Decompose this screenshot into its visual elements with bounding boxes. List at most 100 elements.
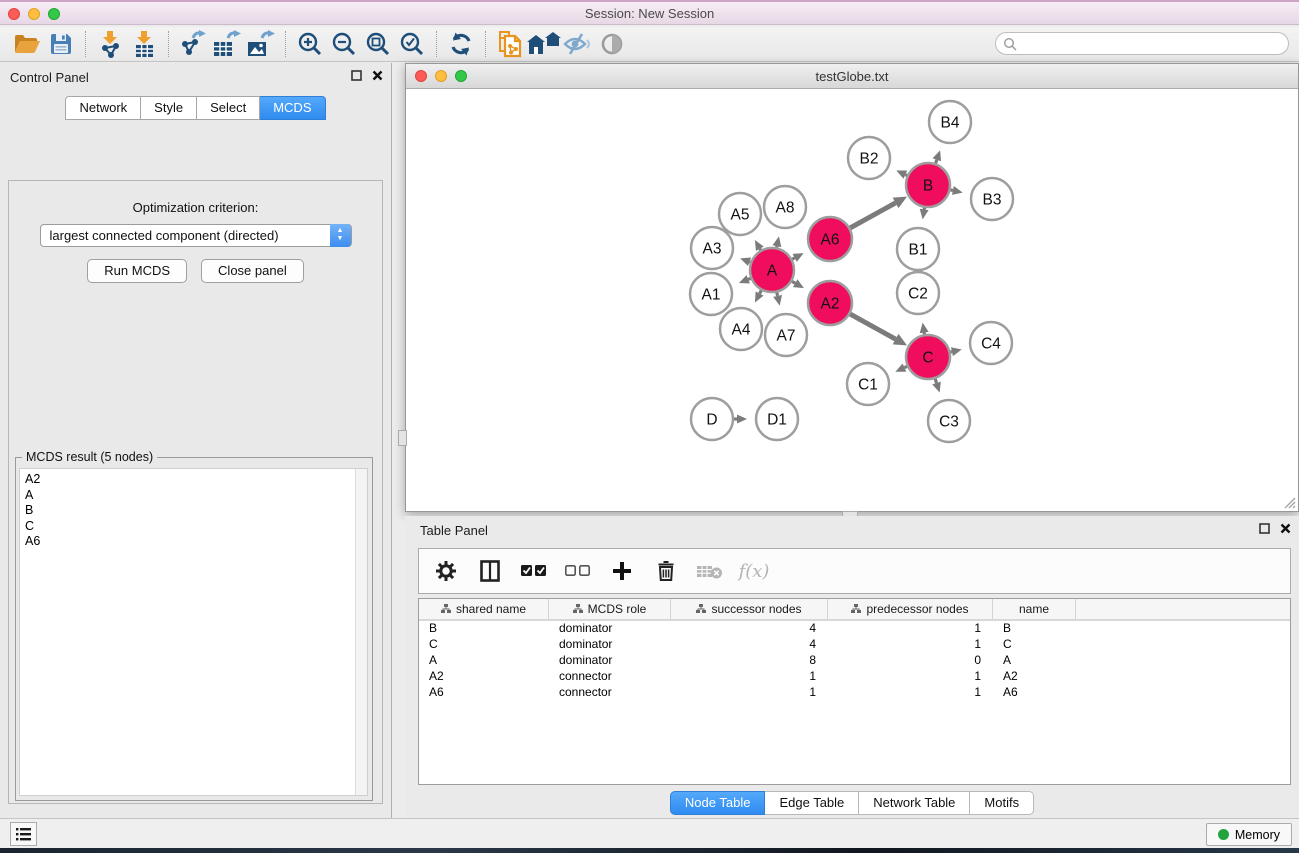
result-item[interactable]: A6 — [25, 534, 367, 550]
node-B[interactable]: B — [906, 163, 950, 207]
edge-C-C4[interactable] — [949, 347, 961, 356]
edge-A-A4[interactable] — [755, 289, 764, 302]
save-session-icon[interactable] — [44, 29, 78, 59]
node-C[interactable]: C — [906, 335, 950, 379]
zoom-in-icon[interactable] — [293, 29, 327, 59]
node-A3[interactable]: A3 — [691, 227, 733, 269]
node-B4[interactable]: B4 — [929, 101, 971, 143]
cell[interactable]: A2 — [419, 669, 549, 685]
node-B3[interactable]: B3 — [971, 178, 1013, 220]
cell[interactable]: 1 — [828, 685, 993, 701]
result-item[interactable]: A2 — [25, 472, 367, 488]
result-scrollbar[interactable] — [355, 469, 367, 795]
table-row[interactable]: Cdominator41C — [419, 637, 1290, 653]
cell[interactable]: 8 — [671, 653, 828, 669]
edge-A2-C[interactable] — [849, 314, 907, 346]
mcds-result-list[interactable]: A2ABCA6 — [19, 468, 368, 796]
cell[interactable]: C — [419, 637, 549, 653]
float-panel-icon[interactable] — [351, 70, 362, 81]
cell[interactable]: 1 — [828, 621, 993, 637]
column-header-successor-nodes[interactable]: successor nodes — [671, 599, 828, 619]
result-item[interactable]: B — [25, 503, 367, 519]
node-A[interactable]: A — [750, 248, 794, 292]
node-A4[interactable]: A4 — [720, 308, 762, 350]
edge-B-B3[interactable] — [949, 186, 962, 195]
new-network-from-selection-icon[interactable] — [493, 29, 527, 59]
column-header-shared-name[interactable]: shared name — [419, 599, 549, 619]
zoom-out-icon[interactable] — [327, 29, 361, 59]
export-image-icon[interactable] — [244, 29, 278, 59]
node-D1[interactable]: D1 — [756, 398, 798, 440]
unselect-all-icon[interactable] — [563, 556, 593, 586]
optimization-criterion-select[interactable]: largest connected component (directed) ▲… — [40, 224, 352, 247]
node-A1[interactable]: A1 — [690, 273, 732, 315]
cell[interactable]: 4 — [671, 621, 828, 637]
cell[interactable]: 1 — [828, 669, 993, 685]
table-settings-icon[interactable] — [431, 556, 461, 586]
table-row[interactable]: Bdominator41B — [419, 621, 1290, 637]
close-panel-button[interactable]: Close panel — [201, 259, 304, 283]
node-A2[interactable]: A2 — [808, 281, 852, 325]
tab-style[interactable]: Style — [141, 96, 197, 120]
edge-B-B4[interactable] — [933, 150, 941, 164]
cell[interactable]: 1 — [671, 669, 828, 685]
edge-C-C2[interactable] — [920, 323, 929, 336]
node-D[interactable]: D — [691, 398, 733, 440]
cell[interactable]: 0 — [828, 653, 993, 669]
cell[interactable]: 4 — [671, 637, 828, 653]
node-C2[interactable]: C2 — [897, 272, 939, 314]
edge-A6-B[interactable] — [849, 197, 907, 229]
result-item[interactable]: A — [25, 488, 367, 504]
tab-motifs[interactable]: Motifs — [970, 791, 1034, 815]
eye-icon[interactable] — [595, 29, 629, 59]
home-icon[interactable] — [527, 29, 561, 59]
edge-C-C3[interactable] — [932, 378, 941, 393]
table-row[interactable]: A2connector11A2 — [419, 669, 1290, 685]
export-network-icon[interactable] — [176, 29, 210, 59]
search-field[interactable] — [995, 32, 1289, 55]
node-A5[interactable]: A5 — [719, 193, 761, 235]
node-C3[interactable]: C3 — [928, 400, 970, 442]
edge-A-A1[interactable] — [739, 275, 752, 283]
node-C4[interactable]: C4 — [970, 322, 1012, 364]
cell[interactable]: dominator — [549, 637, 671, 653]
open-session-icon[interactable] — [10, 29, 44, 59]
cell[interactable]: A2 — [993, 669, 1076, 685]
zoom-fit-icon[interactable] — [361, 29, 395, 59]
edge-A-A8[interactable] — [773, 236, 782, 248]
panel-grip-left[interactable] — [398, 430, 407, 446]
cell[interactable]: dominator — [549, 621, 671, 637]
tab-node-table[interactable]: Node Table — [670, 791, 766, 815]
cell[interactable]: C — [993, 637, 1076, 653]
run-mcds-button[interactable]: Run MCDS — [87, 259, 187, 283]
column-header-predecessor-nodes[interactable]: predecessor nodes — [828, 599, 993, 619]
node-C1[interactable]: C1 — [847, 363, 889, 405]
apply-layout-icon[interactable] — [444, 29, 478, 59]
import-table-icon[interactable] — [127, 29, 161, 59]
cell[interactable]: connector — [549, 669, 671, 685]
cell[interactable]: A6 — [993, 685, 1076, 701]
close-table-panel-icon[interactable] — [1280, 523, 1291, 534]
cell[interactable]: A — [993, 653, 1076, 669]
close-panel-icon[interactable] — [372, 70, 383, 81]
table-row[interactable]: Adominator80A — [419, 653, 1290, 669]
cell[interactable]: dominator — [549, 653, 671, 669]
edge-C-C1[interactable] — [895, 363, 908, 371]
delete-column-icon[interactable] — [651, 556, 681, 586]
tab-edge-table[interactable]: Edge Table — [765, 791, 859, 815]
import-network-icon[interactable] — [93, 29, 127, 59]
edge-A-A7[interactable] — [773, 292, 782, 306]
node-B1[interactable]: B1 — [897, 228, 939, 270]
memory-button[interactable]: Memory — [1206, 823, 1292, 846]
result-item[interactable]: C — [25, 519, 367, 535]
cell[interactable]: A — [419, 653, 549, 669]
cell[interactable]: 1 — [828, 637, 993, 653]
tab-network[interactable]: Network — [65, 96, 141, 120]
edge-A-A2[interactable] — [791, 279, 804, 288]
tab-select[interactable]: Select — [197, 96, 260, 120]
search-input[interactable] — [1017, 35, 1288, 53]
cell[interactable]: A6 — [419, 685, 549, 701]
add-column-icon[interactable] — [607, 556, 637, 586]
column-header-MCDS-role[interactable]: MCDS role — [549, 599, 671, 619]
cell[interactable]: connector — [549, 685, 671, 701]
